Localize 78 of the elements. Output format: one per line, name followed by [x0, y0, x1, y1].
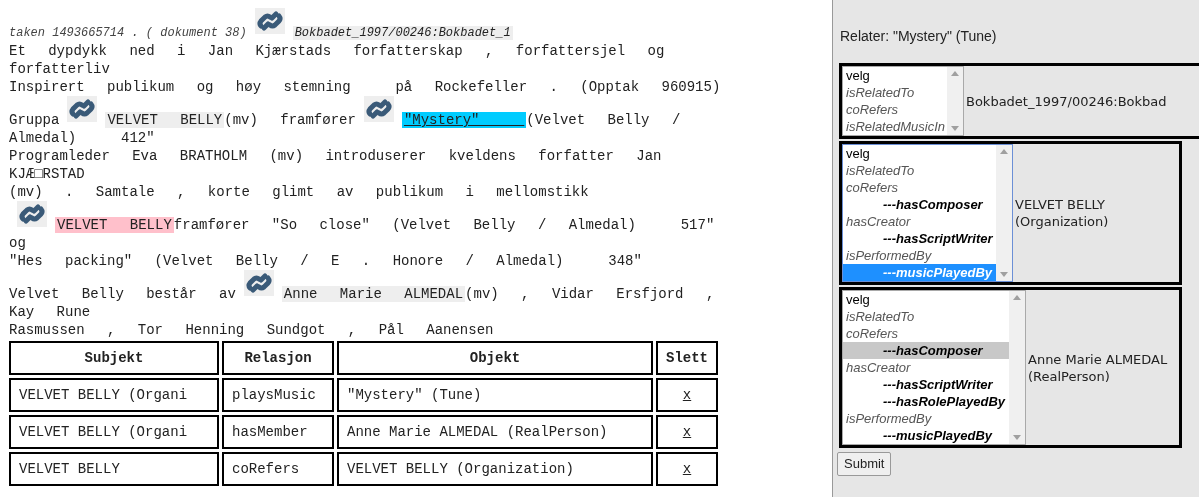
- entity-mention[interactable]: "Mystery": [401, 112, 527, 128]
- entity-mention[interactable]: Anne Marie ALMEDAL: [281, 286, 466, 302]
- relation-option[interactable]: isRelatedTo: [843, 162, 996, 179]
- chain-link-icon[interactable]: [243, 270, 274, 296]
- entity-mention[interactable]: Bokbadet_1997/00246:Bokbadet_1: [292, 26, 513, 40]
- scroll-up-icon[interactable]: [951, 71, 959, 76]
- relation-target: Bokbadet_1997/00246:Bokbad: [966, 92, 1167, 110]
- transcript-text: Kay Rune: [9, 304, 91, 320]
- chain-link-icon[interactable]: [363, 96, 394, 122]
- relation-option[interactable]: ---hasRolePlayedBy: [843, 393, 1009, 410]
- table-cell: hasMember: [222, 415, 334, 449]
- transcript-text: (Velvet Belly /: [526, 112, 681, 128]
- transcript-text: Et dypdykk ned i Jan Kjærstads forfatterskap , forfattersjel og: [9, 43, 665, 59]
- transcript-text: Inspirert publikum og høy stemning på Rockefeller . (Opptak 960915): [9, 79, 721, 95]
- table-cell: VELVET BELLY (Organi: [9, 415, 219, 449]
- chain-link-icon[interactable]: [67, 96, 98, 122]
- table-cell: playsMusic: [222, 378, 334, 412]
- document-meta: taken 1493665714 . ( dokument 38): [9, 26, 247, 40]
- column-header: Subjekt: [9, 341, 219, 375]
- entity-mention[interactable]: VELVET BELLY: [105, 112, 225, 128]
- transcript-text: "Hes packing" (Velvet Belly / E . Honore / Almedal) 348": [9, 253, 642, 269]
- chain-link-icon[interactable]: [254, 8, 285, 34]
- transcript-text: forfatterliv: [9, 61, 110, 77]
- relation-option[interactable]: isPerformedBy: [843, 410, 1009, 427]
- relation-option[interactable]: ---hasComposer: [843, 342, 1009, 359]
- transcript-text: Almedal) 412": [9, 130, 155, 146]
- relation-option[interactable]: velg: [843, 145, 996, 162]
- column-header: Relasjon: [222, 341, 334, 375]
- table-cell: VELVET BELLY (Organization): [337, 452, 653, 486]
- submit-button[interactable]: Submit: [837, 452, 892, 476]
- relation-option[interactable]: isPerformedBy: [843, 247, 996, 264]
- relation-option[interactable]: isRelatedTo: [843, 308, 1009, 325]
- relation-option[interactable]: hasCreator: [843, 359, 1009, 376]
- relation-option[interactable]: velg: [843, 67, 947, 84]
- scroll-up-icon[interactable]: [1013, 295, 1021, 300]
- table-cell: coRefers: [222, 452, 334, 486]
- delete-link[interactable]: x: [682, 386, 692, 403]
- table-cell: VELVET BELLY (Organi: [9, 378, 219, 412]
- table-cell: Anne Marie ALMEDAL (RealPerson): [337, 415, 653, 449]
- scroll-down-icon[interactable]: [951, 126, 959, 131]
- relation-option[interactable]: isRelatedMusicIn: [843, 118, 947, 135]
- column-header: Objekt: [337, 341, 653, 375]
- relation-listbox[interactable]: velg isRelatedTo coRefers isRelatedMusicIn: [842, 66, 964, 136]
- scroll-up-icon[interactable]: [1000, 149, 1008, 154]
- relation-option[interactable]: ---hasComposer: [843, 196, 996, 213]
- transcript-text: og: [9, 235, 26, 251]
- transcript-text: (mv) framfører: [224, 112, 356, 128]
- chain-link-icon[interactable]: [17, 201, 47, 227]
- transcript-text: Rasmussen , Tor Henning Sundgot , Pål Aanensen: [9, 322, 494, 338]
- column-header: Slett: [656, 341, 718, 375]
- scroll-down-icon[interactable]: [1000, 272, 1008, 277]
- relation-option[interactable]: ---hasScriptWriter: [843, 230, 996, 247]
- transcript-text: Gruppa: [9, 112, 60, 128]
- transcript-text: (mv) . Samtale , korte glimt av publikum i mellomstikk: [9, 184, 589, 200]
- transcript-text: Programleder Eva BRATHOLM (mv) introduserer kveldens forfatter Jan: [9, 148, 662, 164]
- relation-option[interactable]: hasCreator: [843, 213, 996, 230]
- relation-listbox[interactable]: velg isRelatedTo coRefers ---hasComposer hasCreator ---hasScriptWriter isPerformedBy ---musicPlayedBy: [842, 144, 1013, 282]
- relation-option[interactable]: coRefers: [843, 101, 947, 118]
- relation-target: VELVET BELLY (Organization): [1015, 196, 1109, 230]
- transcript-text: Velvet Belly består av: [9, 286, 236, 302]
- panel-title: Relater: "Mystery" (Tune): [840, 27, 998, 46]
- relation-listbox[interactable]: velg isRelatedTo coRefers ---hasComposer hasCreator ---hasScriptWriter ---hasRolePlayedBy isPerformedBy ---musicPlayedBy: [842, 290, 1026, 445]
- delete-link[interactable]: x: [682, 423, 692, 440]
- relation-target: Anne Marie ALMEDAL (RealPerson): [1028, 350, 1168, 385]
- delete-link[interactable]: x: [682, 460, 692, 477]
- relation-option[interactable]: ---hasScriptWriter: [843, 376, 1009, 393]
- scroll-down-icon[interactable]: [1013, 435, 1021, 440]
- relation-option[interactable]: coRefers: [843, 179, 996, 196]
- table-cell: VELVET BELLY: [9, 452, 219, 486]
- transcript-text: framfører "So close" (Velvet Belly / Almedal) 517": [173, 217, 715, 233]
- transcript-text: KJÆ□RSTAD: [9, 166, 85, 182]
- relation-option[interactable]: coRefers: [843, 325, 1009, 342]
- transcript-text: (mv) , Vidar Ersfjord ,: [465, 286, 715, 302]
- relation-option[interactable]: ---musicPlayedBy: [843, 427, 1009, 444]
- relation-option[interactable]: velg: [843, 291, 1009, 308]
- relation-option[interactable]: isRelatedTo: [843, 84, 947, 101]
- table-cell: "Mystery" (Tune): [337, 378, 653, 412]
- entity-mention[interactable]: VELVET BELLY: [55, 217, 174, 233]
